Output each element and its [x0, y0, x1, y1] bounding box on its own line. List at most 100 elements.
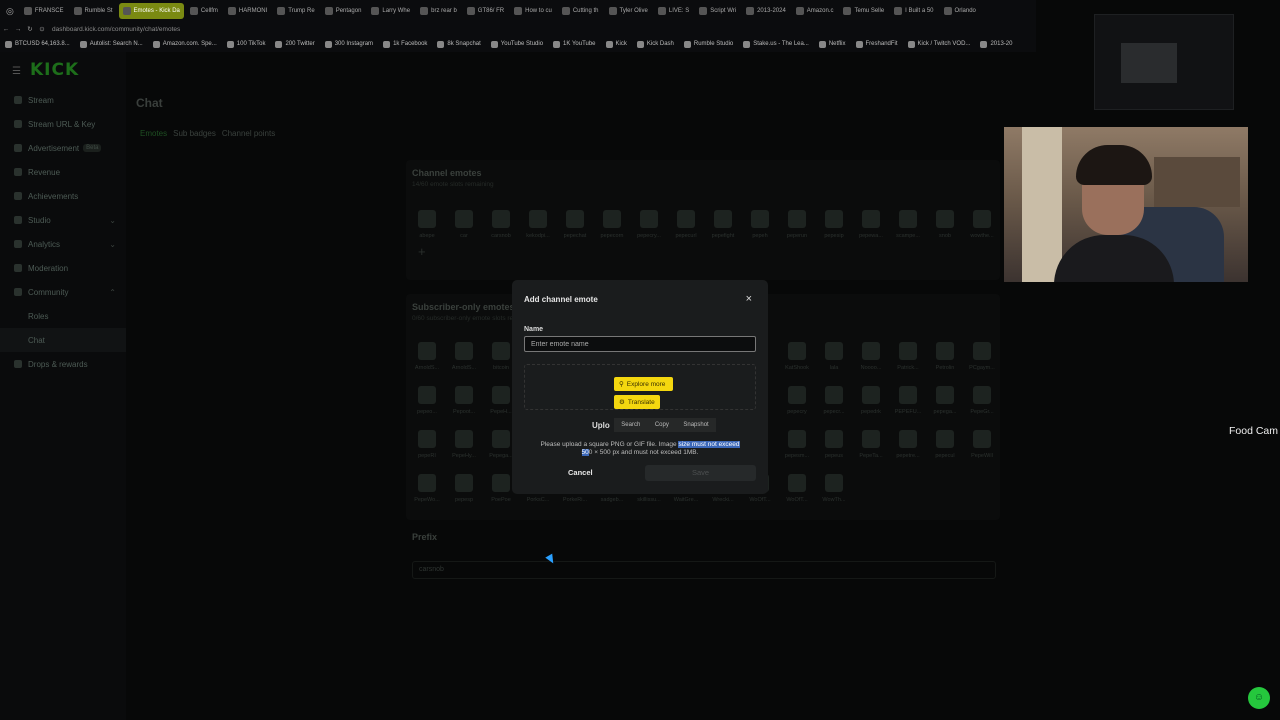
kick-logo[interactable]: KICK — [30, 60, 79, 80]
browser-tab[interactable]: Cutting th — [558, 3, 603, 19]
emote-item[interactable]: PEPEFU... — [893, 386, 923, 415]
bookmark-item[interactable]: YouTube Studio — [486, 40, 548, 48]
emote-item[interactable]: pepeh — [745, 210, 775, 239]
browser-tab[interactable]: FRANSCE — [20, 3, 68, 19]
emote-item[interactable]: wowthe... — [967, 210, 997, 239]
back-icon[interactable]: ← — [0, 26, 12, 33]
emote-item[interactable]: PepeHy... — [449, 430, 479, 459]
sidebar-item[interactable]: Studio ⌄ — [0, 208, 126, 232]
emote-name-input[interactable] — [524, 336, 756, 352]
bookmark-item[interactable]: 2013-20 — [975, 40, 1017, 48]
tab-channel-points[interactable]: Channel points — [222, 129, 275, 138]
bookmark-item[interactable]: 1K YouTube — [548, 40, 600, 48]
browser-tab[interactable]: Trump Re — [273, 3, 318, 19]
emote-item[interactable]: pepechat — [560, 210, 590, 239]
close-icon[interactable]: × — [746, 293, 752, 305]
snapshot-action[interactable]: Snapshot — [683, 422, 708, 428]
emote-item[interactable]: ArnoldS... — [412, 342, 442, 371]
sidebar-item[interactable]: Stream URL & Key — [0, 112, 126, 136]
browser-tab[interactable]: GT86/ FR — [463, 3, 508, 19]
sidebar-item[interactable]: Analytics ⌄ — [0, 232, 126, 256]
browser-tab[interactable]: Orlando — [940, 3, 980, 19]
browser-tab[interactable]: Script Wri — [695, 3, 740, 19]
tab-sub-badges[interactable]: Sub badges — [173, 129, 216, 138]
emote-item[interactable]: scampe... — [893, 210, 923, 239]
bookmark-item[interactable]: 8k Snapchat — [432, 40, 485, 48]
translate-button[interactable]: ⚙ Translate — [614, 395, 660, 409]
emote-item[interactable]: pepetre... — [893, 430, 923, 459]
chevron-icon[interactable]: ⌃ — [109, 288, 116, 297]
emote-item[interactable]: pepeRI — [412, 430, 442, 459]
bookmark-item[interactable]: Autolist: Search N... — [75, 40, 148, 48]
emote-item[interactable]: pepesm... — [782, 430, 812, 459]
emote-item[interactable]: WowTh... — [819, 474, 849, 503]
emote-item[interactable]: pepecorn — [597, 210, 627, 239]
save-button[interactable]: Save — [645, 465, 756, 481]
chevron-icon[interactable]: ⌄ — [109, 240, 116, 249]
bookmark-item[interactable]: Stake.us - The Lea... — [738, 40, 814, 48]
emote-item[interactable]: pepesip — [819, 210, 849, 239]
emote-item[interactable]: car — [449, 210, 479, 239]
bookmark-item[interactable]: Netflix — [814, 40, 851, 48]
emote-item[interactable]: PCgaym... — [967, 342, 997, 371]
emote-item[interactable]: snob — [930, 210, 960, 239]
emote-item[interactable]: kekodpi... — [523, 210, 553, 239]
sidebar-item[interactable]: Drops & rewards — [0, 352, 126, 376]
emote-item[interactable]: KatShook — [782, 342, 812, 371]
emote-item[interactable]: Petrolin — [930, 342, 960, 371]
reload-icon[interactable]: ↻ — [24, 25, 36, 33]
bookmark-item[interactable]: FreshandFit — [851, 40, 903, 48]
browser-tab[interactable]: Rumble St — [70, 3, 117, 19]
sidebar-item[interactable]: Moderation — [0, 256, 126, 280]
sidebar-item[interactable]: Advertisement Beta — [0, 136, 126, 160]
emote-item[interactable]: pepefight — [708, 210, 738, 239]
bookmark-item[interactable]: Amazon.com. Spe... — [148, 40, 222, 48]
emote-item[interactable]: pepecry — [782, 386, 812, 415]
menu-icon[interactable]: ☰ — [12, 66, 21, 77]
emote-item[interactable]: pepewa... — [856, 210, 886, 239]
emote-item[interactable]: pepega... — [930, 386, 960, 415]
explore-more-button[interactable]: ⚲ Explore more — [614, 377, 673, 391]
emote-item[interactable]: lala — [819, 342, 849, 371]
add-emote-plus-icon[interactable]: + — [418, 244, 426, 259]
url-text[interactable]: dashboard.kick.com/community/chat/emotes — [52, 26, 180, 33]
sidebar-item[interactable]: Roles — [0, 304, 126, 328]
emote-item[interactable]: Noooo... — [856, 342, 886, 371]
emote-item[interactable]: abepe — [412, 210, 442, 239]
bookmark-item[interactable]: Kick — [601, 40, 632, 48]
browser-tab[interactable]: HARMONI — [224, 3, 271, 19]
bookmark-item[interactable]: Rumble Studio — [679, 40, 738, 48]
emote-item[interactable]: ArnoldS... — [449, 342, 479, 371]
address-bar[interactable]: ← → ↻ ⊙ dashboard.kick.com/community/cha… — [0, 22, 1036, 36]
emote-item[interactable]: pepecurl — [671, 210, 701, 239]
browser-tab[interactable]: Larry Whe — [367, 3, 414, 19]
browser-tab[interactable]: Cellfm — [186, 3, 222, 19]
browser-tab[interactable]: I Built a 50 — [890, 3, 937, 19]
prefix-input[interactable]: carsnob — [412, 561, 996, 579]
bookmark-item[interactable]: 100 TikTok — [222, 40, 271, 48]
emote-item[interactable]: peperun — [782, 210, 812, 239]
browser-menu-icon[interactable]: ◎ — [6, 6, 14, 17]
browser-tab[interactable]: How to cu — [510, 3, 556, 19]
browser-tab[interactable]: Pentagon — [321, 3, 366, 19]
emote-item[interactable]: Patrick... — [893, 342, 923, 371]
emote-item[interactable]: pepecul — [930, 430, 960, 459]
forward-icon[interactable]: → — [12, 26, 24, 33]
cancel-button[interactable]: Cancel — [568, 468, 593, 477]
browser-tab[interactable]: Tyler Olive — [605, 3, 652, 19]
bookmark-item[interactable]: 1k Facebook — [378, 40, 432, 48]
browser-tab[interactable]: 2013-2024 — [742, 3, 790, 19]
emote-item[interactable]: PepeTa... — [856, 430, 886, 459]
bookmark-item[interactable]: 300 Instagram — [320, 40, 378, 48]
browser-tab[interactable]: Amazon.c — [792, 3, 838, 19]
emote-item[interactable]: PepeGr... — [967, 386, 997, 415]
browser-tab[interactable]: LIVE: S — [654, 3, 693, 19]
bookmark-item[interactable]: Kick / Twitch VOD... — [903, 40, 976, 48]
tab-emotes[interactable]: Emotes — [140, 129, 167, 138]
support-chat-icon[interactable]: ☺ — [1248, 687, 1270, 709]
sidebar-item[interactable]: Chat — [0, 328, 126, 352]
sidebar-item[interactable]: Community ⌃ — [0, 280, 126, 304]
emote-item[interactable]: pepeus — [819, 430, 849, 459]
browser-tab[interactable]: Emotes - Kick Da — [118, 3, 184, 19]
emote-item[interactable]: WoOfT... — [782, 474, 812, 503]
